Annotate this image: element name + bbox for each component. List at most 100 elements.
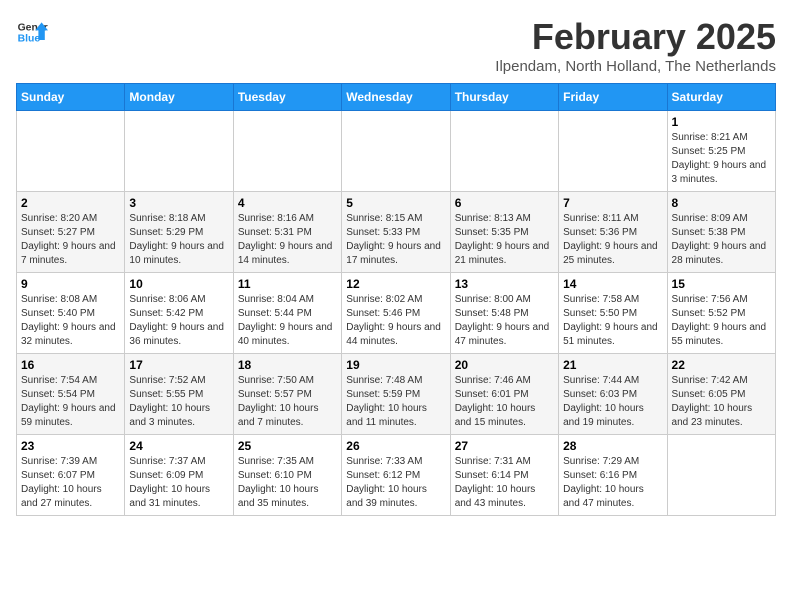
- day-info: Sunrise: 7:31 AM Sunset: 6:14 PM Dayligh…: [455, 455, 554, 511]
- day-info: Sunrise: 8:18 AM Sunset: 5:29 PM Dayligh…: [129, 212, 228, 268]
- calendar-day-cell: 2 Sunrise: 8:20 AM Sunset: 5:27 PM Daylig…: [17, 192, 125, 273]
- calendar-day-cell: 8 Sunrise: 8:09 AM Sunset: 5:38 PM Daylig…: [667, 192, 775, 273]
- calendar-day-cell: 22 Sunrise: 7:42 AM Sunset: 6:05 PM Dayli…: [667, 354, 775, 435]
- calendar-day-cell: 10 Sunrise: 8:06 AM Sunset: 5:42 PM Dayli…: [125, 273, 233, 354]
- calendar-day-cell: 1Sunrise: 8:21 AM Sunset: 5:25 PM Daylig…: [667, 111, 775, 192]
- day-number: 26: [346, 439, 445, 453]
- day-number: 6: [455, 196, 554, 210]
- day-info: Sunrise: 7:35 AM Sunset: 6:10 PM Dayligh…: [238, 455, 337, 511]
- day-info: Sunrise: 7:39 AM Sunset: 6:07 PM Dayligh…: [21, 455, 120, 511]
- day-info: Sunrise: 7:48 AM Sunset: 5:59 PM Dayligh…: [346, 374, 445, 430]
- calendar-day-cell: [233, 111, 341, 192]
- calendar-day-cell: 6 Sunrise: 8:13 AM Sunset: 5:35 PM Daylig…: [450, 192, 558, 273]
- calendar-day-cell: 9 Sunrise: 8:08 AM Sunset: 5:40 PM Daylig…: [17, 273, 125, 354]
- calendar-day-cell: [450, 111, 558, 192]
- day-of-week-header: Saturday: [667, 84, 775, 111]
- svg-text:Blue: Blue: [18, 34, 41, 45]
- day-info: Sunrise: 8:21 AM Sunset: 5:25 PM Dayligh…: [672, 131, 771, 187]
- day-number: 9: [21, 277, 120, 291]
- calendar-header-row: SundayMondayTuesdayWednesdayThursdayFrid…: [17, 84, 776, 111]
- day-info: Sunrise: 7:37 AM Sunset: 6:09 PM Dayligh…: [129, 455, 228, 511]
- day-of-week-header: Wednesday: [342, 84, 450, 111]
- location-title: Ilpendam, North Holland, The Netherlands: [495, 58, 776, 75]
- day-number: 2: [21, 196, 120, 210]
- logo: General Blue: [16, 16, 48, 48]
- day-info: Sunrise: 8:00 AM Sunset: 5:48 PM Dayligh…: [455, 293, 554, 349]
- calendar-day-cell: [17, 111, 125, 192]
- day-info: Sunrise: 8:13 AM Sunset: 5:35 PM Dayligh…: [455, 212, 554, 268]
- day-number: 14: [563, 277, 662, 291]
- day-info: Sunrise: 8:20 AM Sunset: 5:27 PM Dayligh…: [21, 212, 120, 268]
- logo-icon: General Blue: [16, 16, 48, 48]
- month-title: February 2025: [495, 16, 776, 58]
- calendar-week-row: 9 Sunrise: 8:08 AM Sunset: 5:40 PM Daylig…: [17, 273, 776, 354]
- calendar-day-cell: 12 Sunrise: 8:02 AM Sunset: 5:46 PM Dayli…: [342, 273, 450, 354]
- calendar-day-cell: 23 Sunrise: 7:39 AM Sunset: 6:07 PM Dayli…: [17, 435, 125, 516]
- day-number: 3: [129, 196, 228, 210]
- day-number: 23: [21, 439, 120, 453]
- calendar-week-row: 16Sunrise: 7:54 AM Sunset: 5:54 PM Dayli…: [17, 354, 776, 435]
- day-number: 19: [346, 358, 445, 372]
- day-number: 24: [129, 439, 228, 453]
- calendar-table: SundayMondayTuesdayWednesdayThursdayFrid…: [16, 83, 776, 516]
- day-info: Sunrise: 8:15 AM Sunset: 5:33 PM Dayligh…: [346, 212, 445, 268]
- calendar-day-cell: 28 Sunrise: 7:29 AM Sunset: 6:16 PM Dayli…: [559, 435, 667, 516]
- calendar-day-cell: 27 Sunrise: 7:31 AM Sunset: 6:14 PM Dayli…: [450, 435, 558, 516]
- day-info: Sunrise: 7:52 AM Sunset: 5:55 PM Dayligh…: [129, 374, 228, 430]
- day-info: Sunrise: 8:09 AM Sunset: 5:38 PM Dayligh…: [672, 212, 771, 268]
- day-number: 4: [238, 196, 337, 210]
- calendar-day-cell: 18Sunrise: 7:50 AM Sunset: 5:57 PM Dayli…: [233, 354, 341, 435]
- day-number: 13: [455, 277, 554, 291]
- calendar-day-cell: 11 Sunrise: 8:04 AM Sunset: 5:44 PM Dayli…: [233, 273, 341, 354]
- day-number: 20: [455, 358, 554, 372]
- calendar-day-cell: 5Sunrise: 8:15 AM Sunset: 5:33 PM Daylig…: [342, 192, 450, 273]
- day-number: 22: [672, 358, 771, 372]
- calendar-week-row: 2 Sunrise: 8:20 AM Sunset: 5:27 PM Daylig…: [17, 192, 776, 273]
- day-info: Sunrise: 7:50 AM Sunset: 5:57 PM Dayligh…: [238, 374, 337, 430]
- day-number: 10: [129, 277, 228, 291]
- day-info: Sunrise: 7:58 AM Sunset: 5:50 PM Dayligh…: [563, 293, 662, 349]
- calendar-day-cell: 25 Sunrise: 7:35 AM Sunset: 6:10 PM Dayli…: [233, 435, 341, 516]
- day-number: 25: [238, 439, 337, 453]
- calendar-day-cell: 24 Sunrise: 7:37 AM Sunset: 6:09 PM Dayli…: [125, 435, 233, 516]
- calendar-day-cell: [667, 435, 775, 516]
- day-info: Sunrise: 8:11 AM Sunset: 5:36 PM Dayligh…: [563, 212, 662, 268]
- day-info: Sunrise: 8:06 AM Sunset: 5:42 PM Dayligh…: [129, 293, 228, 349]
- calendar-day-cell: 3 Sunrise: 8:18 AM Sunset: 5:29 PM Daylig…: [125, 192, 233, 273]
- calendar-day-cell: [125, 111, 233, 192]
- calendar-day-cell: [342, 111, 450, 192]
- day-of-week-header: Tuesday: [233, 84, 341, 111]
- day-number: 8: [672, 196, 771, 210]
- calendar-day-cell: 14 Sunrise: 7:58 AM Sunset: 5:50 PM Dayli…: [559, 273, 667, 354]
- day-info: Sunrise: 8:02 AM Sunset: 5:46 PM Dayligh…: [346, 293, 445, 349]
- day-number: 17: [129, 358, 228, 372]
- calendar-week-row: 1Sunrise: 8:21 AM Sunset: 5:25 PM Daylig…: [17, 111, 776, 192]
- calendar-week-row: 23 Sunrise: 7:39 AM Sunset: 6:07 PM Dayli…: [17, 435, 776, 516]
- day-number: 11: [238, 277, 337, 291]
- day-number: 28: [563, 439, 662, 453]
- day-number: 12: [346, 277, 445, 291]
- calendar-day-cell: [559, 111, 667, 192]
- calendar-day-cell: 13 Sunrise: 8:00 AM Sunset: 5:48 PM Dayli…: [450, 273, 558, 354]
- day-number: 21: [563, 358, 662, 372]
- day-number: 15: [672, 277, 771, 291]
- day-of-week-header: Thursday: [450, 84, 558, 111]
- day-info: Sunrise: 8:08 AM Sunset: 5:40 PM Dayligh…: [21, 293, 120, 349]
- day-info: Sunrise: 7:42 AM Sunset: 6:05 PM Dayligh…: [672, 374, 771, 430]
- calendar-day-cell: 20 Sunrise: 7:46 AM Sunset: 6:01 PM Dayli…: [450, 354, 558, 435]
- title-area: February 2025 Ilpendam, North Holland, T…: [495, 16, 776, 75]
- day-info: Sunrise: 8:16 AM Sunset: 5:31 PM Dayligh…: [238, 212, 337, 268]
- day-info: Sunrise: 7:46 AM Sunset: 6:01 PM Dayligh…: [455, 374, 554, 430]
- calendar-day-cell: 21Sunrise: 7:44 AM Sunset: 6:03 PM Dayli…: [559, 354, 667, 435]
- day-of-week-header: Monday: [125, 84, 233, 111]
- calendar-day-cell: 19 Sunrise: 7:48 AM Sunset: 5:59 PM Dayli…: [342, 354, 450, 435]
- calendar-day-cell: 26 Sunrise: 7:33 AM Sunset: 6:12 PM Dayli…: [342, 435, 450, 516]
- day-info: Sunrise: 8:04 AM Sunset: 5:44 PM Dayligh…: [238, 293, 337, 349]
- day-info: Sunrise: 7:33 AM Sunset: 6:12 PM Dayligh…: [346, 455, 445, 511]
- day-number: 27: [455, 439, 554, 453]
- calendar-day-cell: 15Sunrise: 7:56 AM Sunset: 5:52 PM Dayli…: [667, 273, 775, 354]
- calendar-day-cell: 4 Sunrise: 8:16 AM Sunset: 5:31 PM Daylig…: [233, 192, 341, 273]
- day-info: Sunrise: 7:29 AM Sunset: 6:16 PM Dayligh…: [563, 455, 662, 511]
- day-info: Sunrise: 7:54 AM Sunset: 5:54 PM Dayligh…: [21, 374, 120, 430]
- page-header: General Blue February 2025 Ilpendam, Nor…: [16, 16, 776, 75]
